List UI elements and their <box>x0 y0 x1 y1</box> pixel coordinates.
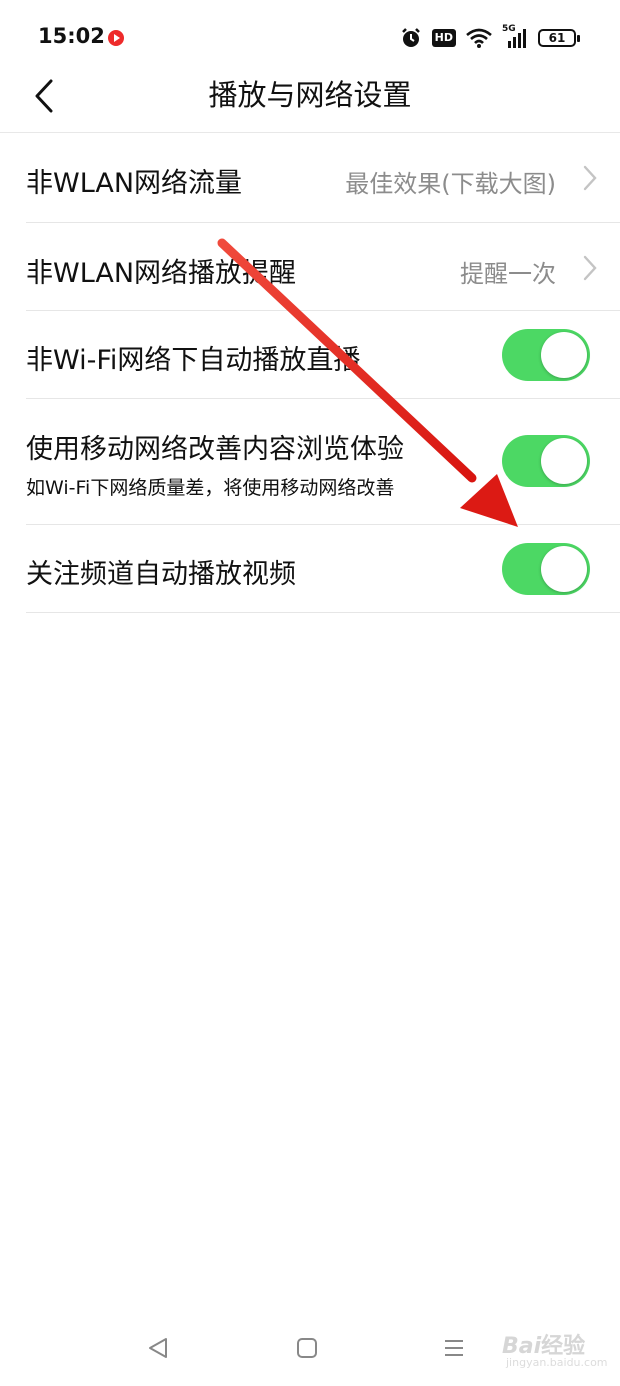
page-title: 播放与网络设置 <box>208 78 412 112</box>
setting-value: 提醒一次 <box>460 260 556 288</box>
app-header: 播放与网络设置 <box>0 76 620 133</box>
setting-sublabel: 如Wi-Fi下网络质量差，将使用移动网络改善 <box>26 477 395 499</box>
signal-icon: 5G <box>502 24 528 49</box>
setting-label: 使用移动网络改善内容浏览体验 <box>26 434 404 465</box>
toggle-knob <box>541 546 587 592</box>
status-icons: HD 5G 61 <box>400 24 580 52</box>
hd-icon: HD <box>431 29 456 47</box>
baidu-jingyan-watermark: Bai经验 jingyan.baidu.com <box>476 1326 608 1376</box>
alarm-icon <box>401 28 420 47</box>
app-notification-icon <box>108 30 124 46</box>
setting-row-channel-autoplay-video: 关注频道自动播放视频 <box>26 525 620 613</box>
toggle-knob <box>541 438 587 484</box>
system-navbar: Bai经验 jingyan.baidu.com <box>0 1310 620 1386</box>
toggle-knob <box>541 332 587 378</box>
setting-row-autoplay-live: 非Wi-Fi网络下自动播放直播 <box>26 311 620 399</box>
autoplay-live-toggle[interactable] <box>502 329 590 381</box>
channel-autoplay-video-toggle[interactable] <box>502 543 590 595</box>
chevron-right-icon <box>583 255 597 281</box>
nav-menu-button[interactable] <box>434 1330 474 1366</box>
watermark-url: jingyan.baidu.com <box>506 1356 608 1369</box>
setting-row-non-wlan-traffic[interactable]: 非WLAN网络流量 最佳效果(下载大图) <box>26 133 620 223</box>
setting-label: 关注频道自动播放视频 <box>26 559 296 590</box>
nav-back-button[interactable] <box>138 1330 178 1366</box>
home-square-icon <box>297 1338 317 1358</box>
status-bar: 15:02 HD 5G 61 <box>0 0 620 76</box>
setting-row-mobile-network-improve: 使用移动网络改善内容浏览体验 如Wi-Fi下网络质量差，将使用移动网络改善 <box>26 399 620 525</box>
setting-row-non-wlan-play-reminder[interactable]: 非WLAN网络播放提醒 提醒一次 <box>26 223 620 311</box>
status-time: 15:02 <box>38 24 105 48</box>
chevron-right-icon <box>583 165 597 191</box>
setting-value: 最佳效果(下载大图) <box>345 170 556 198</box>
setting-label: 非WLAN网络流量 <box>26 168 243 199</box>
back-triangle-icon <box>149 1338 167 1358</box>
battery-icon: 61 <box>538 29 580 47</box>
nav-home-button[interactable] <box>287 1330 327 1366</box>
setting-label: 非Wi-Fi网络下自动播放直播 <box>26 345 361 376</box>
wifi-icon <box>466 28 492 48</box>
setting-label: 非WLAN网络播放提醒 <box>26 258 297 289</box>
mobile-network-improve-toggle[interactable] <box>502 435 590 487</box>
menu-lines-icon <box>445 1340 463 1356</box>
